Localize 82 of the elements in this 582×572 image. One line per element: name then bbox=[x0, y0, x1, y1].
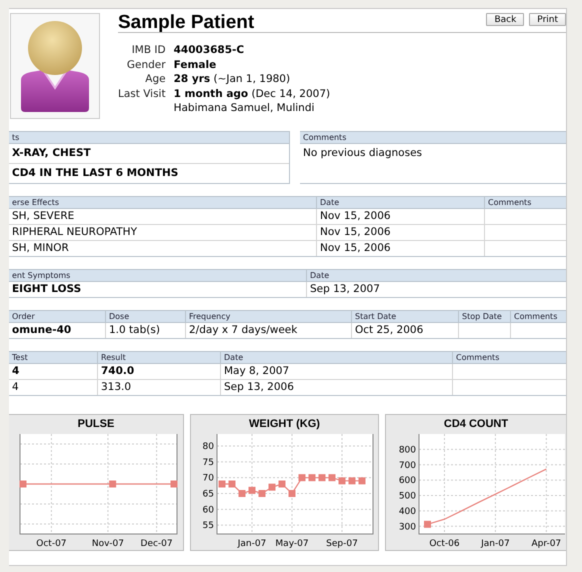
table-cell: X-RAY, CHEST bbox=[9, 144, 289, 164]
data-point bbox=[218, 480, 226, 488]
tick-label: 300 bbox=[398, 522, 416, 532]
tick-label: 65 bbox=[202, 490, 214, 500]
tick-label: Sep-07 bbox=[326, 539, 358, 549]
table-cell: RIPHERAL NEUROPATHY bbox=[9, 225, 316, 241]
field-label: Gender bbox=[126, 58, 166, 72]
column-header: Dose bbox=[105, 311, 185, 323]
table-cell-text: SH, MINOR bbox=[11, 241, 70, 256]
column-header: Stop Date bbox=[458, 311, 510, 323]
tick-label: 800 bbox=[398, 445, 416, 456]
header-button[interactable]: Print bbox=[529, 13, 566, 26]
table-cell: 1.0 tab(s) bbox=[105, 323, 185, 338]
tick-label: 80 bbox=[202, 442, 214, 452]
tick-label: Oct-07 bbox=[36, 539, 67, 549]
column-header: Date bbox=[220, 352, 452, 364]
chart-title: WEIGHT (KG) bbox=[249, 417, 320, 432]
column-header: erse Effects bbox=[9, 197, 316, 209]
chart-title: CD4 COUNT bbox=[444, 417, 508, 432]
field-label: Age bbox=[144, 73, 166, 86]
tick-label: 700 bbox=[398, 460, 416, 471]
column-header: Test bbox=[9, 352, 97, 364]
tick-label: 600 bbox=[398, 476, 416, 486]
column-header: Result bbox=[97, 352, 220, 364]
data-point bbox=[328, 474, 336, 482]
field-value: Habimana Samuel, Mulindi bbox=[174, 102, 316, 116]
table-cell: Nov 15, 2006 bbox=[316, 241, 484, 256]
tick-label: Dec-07 bbox=[140, 539, 173, 549]
table-cell: 4 bbox=[9, 364, 97, 380]
tick-label: May-07 bbox=[275, 539, 309, 549]
data-point bbox=[278, 480, 286, 488]
column-header: Comments bbox=[484, 197, 566, 209]
tick-label: Apr-07 bbox=[531, 539, 562, 549]
table-cell: 2/day x 7 days/week bbox=[185, 323, 351, 338]
tick-label: 70 bbox=[202, 474, 214, 484]
column-header: ts bbox=[9, 132, 289, 144]
field-value: 28 yrs (~Jan 1, 1980) bbox=[174, 73, 292, 86]
table-cell: Sep 13, 2006 bbox=[220, 380, 452, 395]
table-cell: Nov 15, 2006 bbox=[316, 209, 484, 225]
column-header: Frequency bbox=[185, 311, 351, 323]
field-label: IMB ID bbox=[130, 44, 166, 58]
data-point bbox=[268, 484, 276, 491]
table-cell-text: EIGHT LOSS bbox=[11, 282, 82, 297]
tick-label: 75 bbox=[202, 458, 214, 468]
tick-label: 55 bbox=[202, 521, 214, 532]
table-cell: Nov 15, 2006 bbox=[316, 225, 484, 241]
tick-label: Jan-07 bbox=[238, 539, 266, 549]
tick-label: Nov-07 bbox=[92, 539, 124, 549]
table-cell: 313.0 bbox=[97, 380, 220, 395]
column-header: Date bbox=[316, 197, 484, 209]
tick-label: Oct-06 bbox=[429, 539, 460, 549]
column-header: ent Symptoms bbox=[9, 270, 306, 282]
field-value: 44003685-C bbox=[174, 44, 246, 58]
table-cell-text: CD4 IN THE LAST 6 MONTHS bbox=[11, 166, 180, 181]
data-point bbox=[228, 480, 236, 488]
tick-label: 60 bbox=[202, 505, 214, 516]
table-cell: Oct 25, 2006 bbox=[351, 323, 458, 338]
column-header: Comments bbox=[510, 311, 566, 323]
patient-name: Sample Patient bbox=[118, 14, 256, 31]
tick-label: 400 bbox=[398, 506, 416, 517]
table-cell-text: omune-40 bbox=[11, 323, 72, 338]
column-header: Order bbox=[9, 311, 105, 323]
column-header: Comments bbox=[300, 132, 566, 144]
table-cell-text: 4 bbox=[11, 380, 20, 395]
field-value: 1 month ago (Dec 14, 2007) bbox=[174, 88, 330, 101]
column-header: Comments bbox=[452, 352, 566, 364]
header-button[interactable]: Back bbox=[486, 13, 524, 26]
tick-label: 500 bbox=[398, 492, 416, 502]
table-cell: May 8, 2007 bbox=[220, 364, 452, 380]
field-label: Last Visit bbox=[118, 88, 166, 101]
data-point bbox=[318, 474, 326, 482]
data-point bbox=[298, 474, 306, 482]
table-cell: Sep 13, 2007 bbox=[306, 282, 566, 297]
column-header: Date bbox=[306, 270, 566, 282]
tick-label: Jan-07 bbox=[481, 539, 510, 549]
table-cell: SH, SEVERE bbox=[9, 209, 316, 225]
data-point bbox=[308, 474, 316, 482]
table-cell: 740.0 bbox=[97, 364, 220, 380]
column-header: Start Date bbox=[351, 311, 458, 323]
table-cell-text: No previous diagnoses bbox=[302, 146, 424, 161]
field-value: Female bbox=[174, 58, 218, 72]
chart-title: PULSE bbox=[78, 417, 114, 432]
